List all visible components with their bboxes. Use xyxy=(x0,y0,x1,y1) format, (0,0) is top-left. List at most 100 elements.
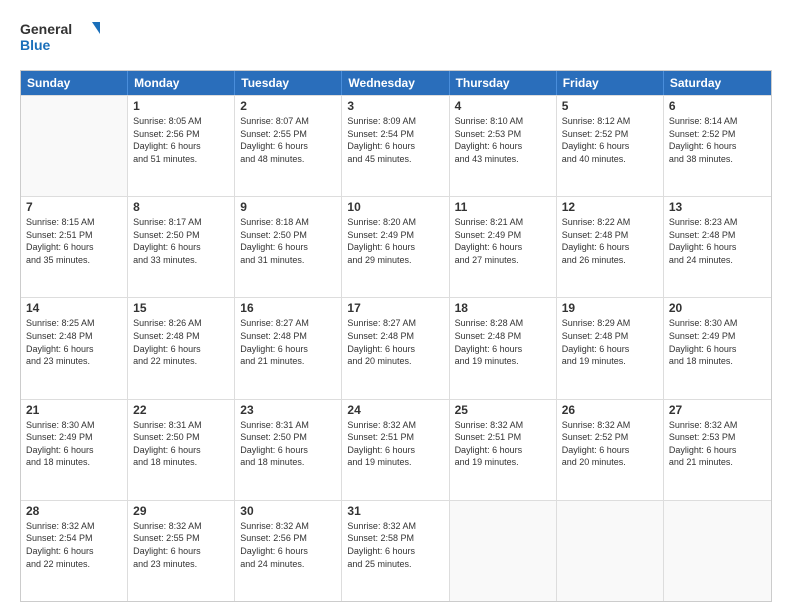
day-number: 28 xyxy=(26,504,122,518)
day-info: Sunrise: 8:07 AM Sunset: 2:55 PM Dayligh… xyxy=(240,115,336,165)
day-info: Sunrise: 8:14 AM Sunset: 2:52 PM Dayligh… xyxy=(669,115,766,165)
svg-text:Blue: Blue xyxy=(20,37,51,53)
weekday-header-friday: Friday xyxy=(557,71,664,95)
cal-cell: 19 Sunrise: 8:29 AM Sunset: 2:48 PM Dayli… xyxy=(557,298,664,398)
cal-cell: 1 Sunrise: 8:05 AM Sunset: 2:56 PM Daylig… xyxy=(128,96,235,196)
calendar: SundayMondayTuesdayWednesdayThursdayFrid… xyxy=(20,70,772,602)
day-info: Sunrise: 8:32 AM Sunset: 2:56 PM Dayligh… xyxy=(240,520,336,570)
day-number: 26 xyxy=(562,403,658,417)
cal-cell xyxy=(21,96,128,196)
day-number: 13 xyxy=(669,200,766,214)
cal-cell: 18Sunrise: 8:28 AM Sunset: 2:48 PM Dayli… xyxy=(450,298,557,398)
day-info: Sunrise: 8:12 AM Sunset: 2:52 PM Dayligh… xyxy=(562,115,658,165)
day-number: 24 xyxy=(347,403,443,417)
cal-cell: 5 Sunrise: 8:12 AM Sunset: 2:52 PM Daylig… xyxy=(557,96,664,196)
cal-cell: 11 Sunrise: 8:21 AM Sunset: 2:49 PM Dayli… xyxy=(450,197,557,297)
day-number: 9 xyxy=(240,200,336,214)
day-info: Sunrise: 8:22 AM Sunset: 2:48 PM Dayligh… xyxy=(562,216,658,266)
weekday-header-thursday: Thursday xyxy=(450,71,557,95)
cal-cell: 30Sunrise: 8:32 AM Sunset: 2:56 PM Dayli… xyxy=(235,501,342,601)
cal-cell: 2 Sunrise: 8:07 AM Sunset: 2:55 PM Daylig… xyxy=(235,96,342,196)
day-number: 8 xyxy=(133,200,229,214)
cal-cell: 20 Sunrise: 8:30 AM Sunset: 2:49 PM Dayli… xyxy=(664,298,771,398)
day-number: 10 xyxy=(347,200,443,214)
day-info: Sunrise: 8:05 AM Sunset: 2:56 PM Dayligh… xyxy=(133,115,229,165)
day-info: Sunrise: 8:30 AM Sunset: 2:49 PM Dayligh… xyxy=(669,317,766,367)
day-number: 4 xyxy=(455,99,551,113)
weekday-header-sunday: Sunday xyxy=(21,71,128,95)
calendar-row-4: 21Sunrise: 8:30 AM Sunset: 2:49 PM Dayli… xyxy=(21,399,771,500)
day-info: Sunrise: 8:09 AM Sunset: 2:54 PM Dayligh… xyxy=(347,115,443,165)
day-info: Sunrise: 8:23 AM Sunset: 2:48 PM Dayligh… xyxy=(669,216,766,266)
cal-cell: 21Sunrise: 8:30 AM Sunset: 2:49 PM Dayli… xyxy=(21,400,128,500)
day-number: 3 xyxy=(347,99,443,113)
day-info: Sunrise: 8:32 AM Sunset: 2:52 PM Dayligh… xyxy=(562,419,658,469)
day-info: Sunrise: 8:32 AM Sunset: 2:58 PM Dayligh… xyxy=(347,520,443,570)
day-info: Sunrise: 8:30 AM Sunset: 2:49 PM Dayligh… xyxy=(26,419,122,469)
day-info: Sunrise: 8:21 AM Sunset: 2:49 PM Dayligh… xyxy=(455,216,551,266)
day-number: 17 xyxy=(347,301,443,315)
day-number: 31 xyxy=(347,504,443,518)
day-info: Sunrise: 8:31 AM Sunset: 2:50 PM Dayligh… xyxy=(133,419,229,469)
logo: General Blue xyxy=(20,18,100,60)
cal-cell: 27 Sunrise: 8:32 AM Sunset: 2:53 PM Dayli… xyxy=(664,400,771,500)
cal-cell: 14 Sunrise: 8:25 AM Sunset: 2:48 PM Dayli… xyxy=(21,298,128,398)
cal-cell: 24 Sunrise: 8:32 AM Sunset: 2:51 PM Dayli… xyxy=(342,400,449,500)
cal-cell: 26 Sunrise: 8:32 AM Sunset: 2:52 PM Dayli… xyxy=(557,400,664,500)
calendar-body: 1 Sunrise: 8:05 AM Sunset: 2:56 PM Daylig… xyxy=(21,95,771,601)
day-number: 16 xyxy=(240,301,336,315)
day-info: Sunrise: 8:31 AM Sunset: 2:50 PM Dayligh… xyxy=(240,419,336,469)
cal-cell: 29 Sunrise: 8:32 AM Sunset: 2:55 PM Dayli… xyxy=(128,501,235,601)
cal-cell: 23 Sunrise: 8:31 AM Sunset: 2:50 PM Dayli… xyxy=(235,400,342,500)
page-header: General Blue xyxy=(20,18,772,60)
day-number: 11 xyxy=(455,200,551,214)
day-number: 14 xyxy=(26,301,122,315)
day-number: 25 xyxy=(455,403,551,417)
cal-cell: 7 Sunrise: 8:15 AM Sunset: 2:51 PM Daylig… xyxy=(21,197,128,297)
cal-cell: 15 Sunrise: 8:26 AM Sunset: 2:48 PM Dayli… xyxy=(128,298,235,398)
cal-cell: 28 Sunrise: 8:32 AM Sunset: 2:54 PM Dayli… xyxy=(21,501,128,601)
day-number: 23 xyxy=(240,403,336,417)
day-number: 20 xyxy=(669,301,766,315)
day-info: Sunrise: 8:27 AM Sunset: 2:48 PM Dayligh… xyxy=(347,317,443,367)
cal-cell: 13 Sunrise: 8:23 AM Sunset: 2:48 PM Dayli… xyxy=(664,197,771,297)
day-info: Sunrise: 8:32 AM Sunset: 2:51 PM Dayligh… xyxy=(455,419,551,469)
day-number: 19 xyxy=(562,301,658,315)
cal-cell: 17 Sunrise: 8:27 AM Sunset: 2:48 PM Dayli… xyxy=(342,298,449,398)
day-info: Sunrise: 8:25 AM Sunset: 2:48 PM Dayligh… xyxy=(26,317,122,367)
day-info: Sunrise: 8:32 AM Sunset: 2:54 PM Dayligh… xyxy=(26,520,122,570)
weekday-header-wednesday: Wednesday xyxy=(342,71,449,95)
day-number: 5 xyxy=(562,99,658,113)
day-info: Sunrise: 8:32 AM Sunset: 2:51 PM Dayligh… xyxy=(347,419,443,469)
cal-cell: 31 Sunrise: 8:32 AM Sunset: 2:58 PM Dayli… xyxy=(342,501,449,601)
cal-cell: 6Sunrise: 8:14 AM Sunset: 2:52 PM Daylig… xyxy=(664,96,771,196)
day-info: Sunrise: 8:26 AM Sunset: 2:48 PM Dayligh… xyxy=(133,317,229,367)
day-info: Sunrise: 8:29 AM Sunset: 2:48 PM Dayligh… xyxy=(562,317,658,367)
cal-cell: 22Sunrise: 8:31 AM Sunset: 2:50 PM Dayli… xyxy=(128,400,235,500)
day-number: 7 xyxy=(26,200,122,214)
day-number: 27 xyxy=(669,403,766,417)
cal-cell: 10 Sunrise: 8:20 AM Sunset: 2:49 PM Dayli… xyxy=(342,197,449,297)
day-number: 29 xyxy=(133,504,229,518)
day-number: 15 xyxy=(133,301,229,315)
day-info: Sunrise: 8:17 AM Sunset: 2:50 PM Dayligh… xyxy=(133,216,229,266)
svg-text:General: General xyxy=(20,21,72,37)
day-number: 2 xyxy=(240,99,336,113)
day-info: Sunrise: 8:18 AM Sunset: 2:50 PM Dayligh… xyxy=(240,216,336,266)
day-info: Sunrise: 8:20 AM Sunset: 2:49 PM Dayligh… xyxy=(347,216,443,266)
cal-cell: 4Sunrise: 8:10 AM Sunset: 2:53 PM Daylig… xyxy=(450,96,557,196)
weekday-header-saturday: Saturday xyxy=(664,71,771,95)
day-info: Sunrise: 8:28 AM Sunset: 2:48 PM Dayligh… xyxy=(455,317,551,367)
day-info: Sunrise: 8:32 AM Sunset: 2:53 PM Dayligh… xyxy=(669,419,766,469)
day-number: 1 xyxy=(133,99,229,113)
weekday-header-monday: Monday xyxy=(128,71,235,95)
day-info: Sunrise: 8:27 AM Sunset: 2:48 PM Dayligh… xyxy=(240,317,336,367)
day-info: Sunrise: 8:32 AM Sunset: 2:55 PM Dayligh… xyxy=(133,520,229,570)
cal-cell: 25 Sunrise: 8:32 AM Sunset: 2:51 PM Dayli… xyxy=(450,400,557,500)
cal-cell xyxy=(450,501,557,601)
calendar-row-3: 14 Sunrise: 8:25 AM Sunset: 2:48 PM Dayli… xyxy=(21,297,771,398)
logo-svg: General Blue xyxy=(20,18,100,60)
cal-cell xyxy=(664,501,771,601)
day-info: Sunrise: 8:15 AM Sunset: 2:51 PM Dayligh… xyxy=(26,216,122,266)
day-number: 12 xyxy=(562,200,658,214)
